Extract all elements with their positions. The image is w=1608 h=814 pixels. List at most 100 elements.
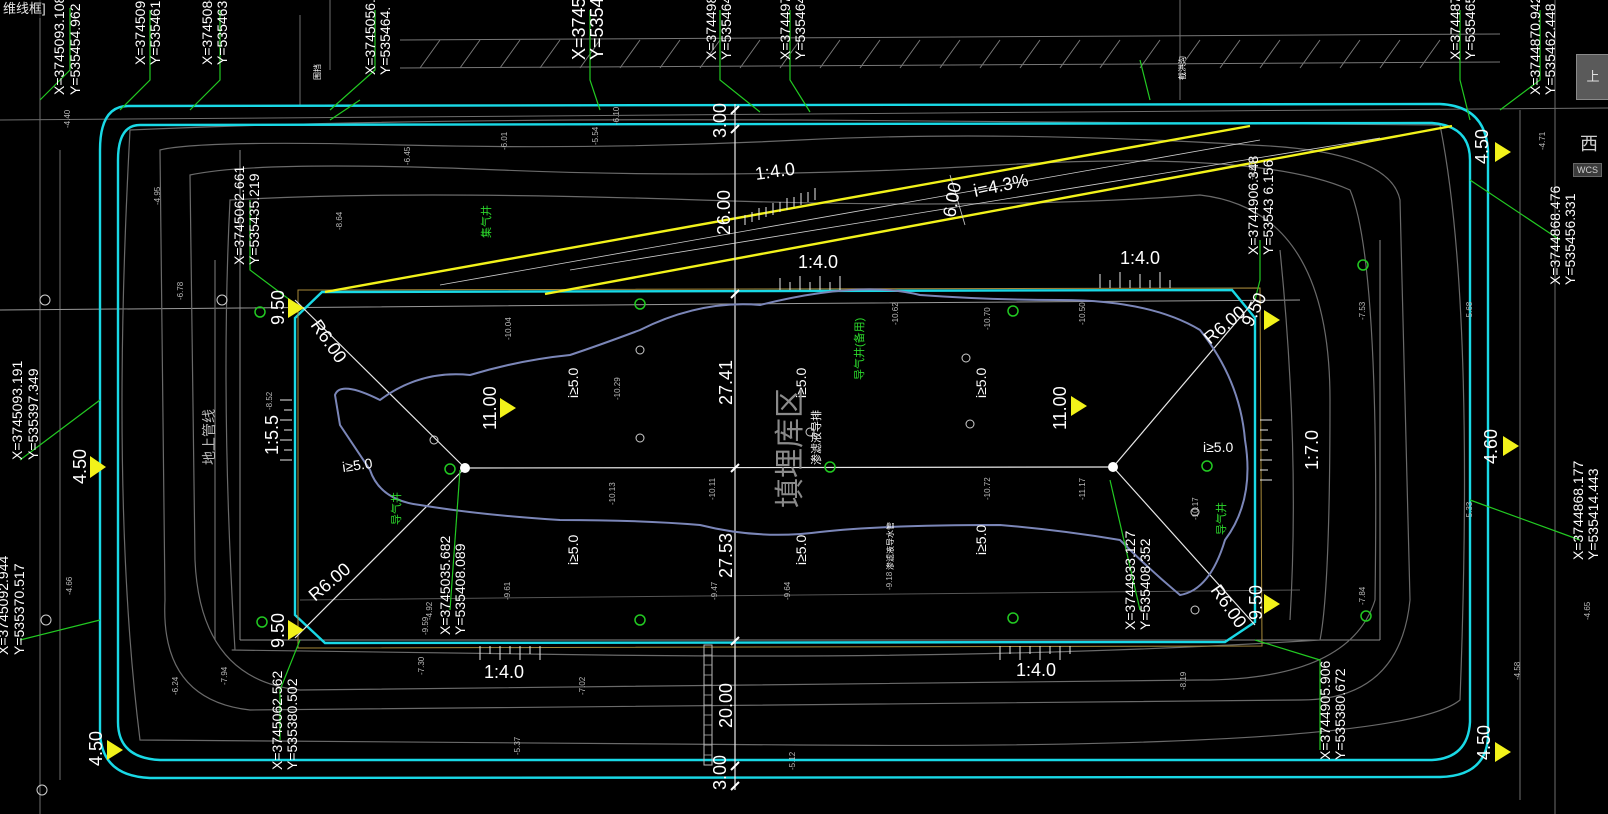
grade-h: i≥5.0 (973, 525, 989, 555)
elev-inner-bl: 9.50 (268, 613, 288, 648)
pipe-label: 渗滤液导水管 (885, 522, 895, 570)
vent-b-label: 导气井 (1214, 502, 1228, 535)
spot-height-labels: -4.40 -4.92 -4.95 -5.12 -5.54 -6.01 -6.4… (63, 106, 1592, 770)
spot-height-32: -10.11 (708, 477, 717, 500)
coord-right-lower-y: Y=535414.443 (1585, 468, 1601, 560)
spot-height-4: -5.54 (591, 126, 600, 145)
coord-top-5: X=374501 (569, 0, 589, 60)
spot-height-25: -5.68 (1465, 301, 1474, 320)
spot-height-28: -7.84 (1358, 586, 1367, 605)
top-road-b: 截洪沟 (1177, 56, 1187, 80)
coord-top-5-y: Y=53546 (587, 0, 607, 60)
coord-center-right-y: Y=535408.352 (1137, 538, 1153, 630)
spot-height-30: -9.59 (421, 616, 430, 635)
coord-top-1-y: Y=535454.962 (67, 3, 83, 95)
coord-top-4: X=3745056. (362, 0, 378, 75)
wcs-menu-button[interactable]: WCS (1573, 163, 1602, 177)
spot-height-31: -9.64 (783, 581, 792, 600)
pipe-symbols (36, 294, 1200, 796)
dim-upper: 26.00 (714, 190, 734, 235)
left-note: 地上管线 (201, 409, 217, 465)
elev-center-right: 11.00 (1050, 386, 1070, 430)
coord-bottom-left-edge: X=3745092.944 (0, 556, 11, 655)
spot-height-7: -7.02 (578, 676, 587, 695)
coord-top-8: X=374487 (1447, 0, 1463, 60)
coord-bottom-right: X=3744905.906 (1317, 661, 1333, 760)
spot-height-37: -6.24 (171, 676, 180, 695)
spot-height-36: -5.37 (513, 736, 522, 755)
grade-d: i≥5.0 (973, 368, 989, 398)
coord-top-2-y: Y=535461. (147, 0, 163, 65)
drain-label: 渗滤液导排 (809, 410, 823, 465)
elev-outer-left-bottom: 4.50 (86, 731, 106, 766)
spot-height-34: -10.70 (983, 307, 992, 330)
slope-top-left: 1:4.0 (754, 159, 796, 184)
coord-top-1: X=3745093.108 (51, 0, 67, 95)
grade-g: i≥5.0 (793, 535, 809, 565)
spot-height-11: -8.52 (265, 391, 274, 410)
leachate-label: 导气井(备用) (852, 318, 866, 380)
spot-height-13: -9.18 (885, 571, 894, 590)
spot-height-39: -6.10 (612, 106, 621, 125)
stair-steps (704, 654, 712, 756)
slope-top-right: 1:4.0 (1120, 248, 1160, 268)
elev-inner-tl: 9.50 (268, 290, 288, 325)
slope-top-mid: 1:4.0 (798, 252, 838, 272)
coord-bottom-left: X=3745062.562 (269, 671, 285, 770)
node-right (1108, 462, 1118, 472)
spot-height-40: -4.71 (1538, 131, 1547, 150)
viewport-mode-label[interactable]: 维线框] (0, 0, 49, 18)
spot-height-21: -10.72 (983, 477, 992, 500)
dim-bottom: 3.00 (710, 755, 730, 790)
coord-right: X=3744868.476 (1547, 186, 1563, 285)
retaining-wall-hatch (399, 33, 1501, 69)
coord-top-7: X=3744979 (777, 0, 793, 60)
grade-e: i≥5.0 (1203, 439, 1233, 455)
elev-outer-right-top: 4.50 (1472, 129, 1492, 164)
center-title: 填埋库区 (774, 388, 807, 508)
spot-height-15: -9.61 (503, 581, 512, 600)
spot-height-24: -5.33 (1465, 501, 1474, 520)
top-coordinate-labels: X=3745093.108 Y=535454.962 X=3745091. Y=… (51, 0, 1558, 95)
coord-upper-left: X=3745062.661 (231, 166, 247, 265)
coord-bottom-right-y: Y=535380.672 (1332, 668, 1348, 760)
vent-a-label: 导气井 (389, 492, 403, 525)
coord-left: X=3745093.191 (9, 361, 25, 460)
coord-right-y: Y=535456.331 (1562, 193, 1578, 285)
elev-outer-right-mid: 4.60 (1481, 429, 1501, 464)
spot-height-5: -6.01 (500, 131, 509, 150)
dim-middle-upper: 27.41 (716, 360, 736, 405)
spot-height-0: -4.40 (63, 109, 72, 128)
coord-top-2: X=3745091. (132, 0, 148, 65)
access-ramp (324, 124, 1453, 296)
slope-right: 1:7.0 (1302, 430, 1322, 470)
coord-top-4-y: Y=535464. (377, 7, 393, 75)
spot-height-26: -6.78 (176, 281, 185, 300)
spot-height-14: -9.47 (710, 581, 719, 600)
slope-bottom-left: 1:4.0 (484, 662, 524, 682)
dim-lower: 20.00 (716, 683, 736, 728)
spot-height-22: -11.17 (1078, 477, 1087, 500)
coord-left-y: Y=535397.349 (25, 368, 41, 460)
coord-bottom-left-edge-y: Y=535370.517 (11, 563, 27, 655)
spot-height-19: -10.50 (1078, 302, 1087, 325)
top-road-a: 围挡 (312, 64, 322, 80)
view-cube-top-face[interactable]: 上 (1576, 54, 1608, 100)
slope-left: 1:5.5 (262, 415, 282, 455)
dim-middle-lower: 27.53 (716, 533, 736, 578)
spot-height-3: -5.12 (788, 751, 797, 770)
cad-drawing-canvas[interactable]: X=3745093.108 Y=535454.962 X=3745091. Y=… (0, 0, 1608, 814)
spot-height-12: -8.64 (335, 211, 344, 230)
coord-upper-right-y: Y=53543 6.156 (1260, 159, 1276, 255)
elev-center-left: 11.00 (480, 386, 500, 430)
coord-top-9: X=3744870.942 (1527, 0, 1543, 95)
spot-height-8: -7.30 (417, 656, 426, 675)
spot-height-20: -10.62 (891, 302, 900, 325)
spot-height-10: -8.19 (1179, 671, 1188, 690)
coord-top-9-y: Y=535462.448 (1542, 3, 1558, 95)
dim-top: 3.00 (710, 103, 730, 138)
spot-height-17: -10.13 (608, 482, 617, 505)
ramp-guide-lines (439, 137, 1381, 286)
coord-top-8-y: Y=535465 (1462, 0, 1478, 60)
radius-tr: R6.00 (1200, 302, 1250, 348)
